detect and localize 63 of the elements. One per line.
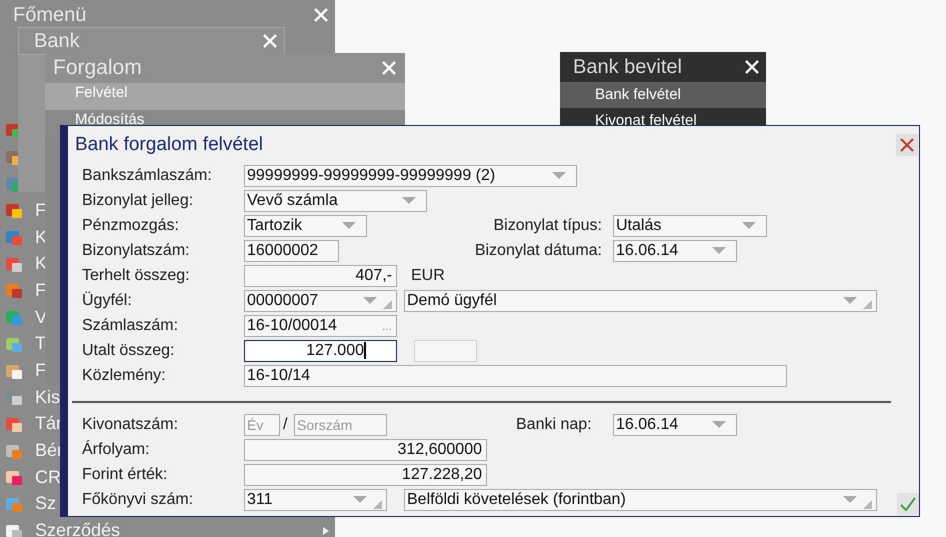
field-label: Terhelt összeg: — [82, 267, 191, 285]
window-title: Bank — [34, 30, 80, 52]
dropdown-field[interactable]: 16.06.14 — [613, 240, 737, 262]
field-label: Forint érték: — [82, 466, 168, 484]
dropdown-arrow-icon[interactable] — [712, 421, 726, 430]
resize-corner-icon — [863, 300, 872, 310]
dropdown-arrow-icon[interactable] — [552, 172, 566, 180]
input-field[interactable]: 16-10/14 — [244, 364, 787, 387]
dropdown-field[interactable]: 16.06.14 — [613, 414, 737, 436]
field-label: Kivonatszám: — [82, 416, 180, 434]
input-field[interactable]: Sorszám — [294, 414, 387, 436]
close-button[interactable] — [896, 134, 918, 156]
dropdown-field[interactable]: Tartozik — [244, 215, 367, 238]
field-label: Bizonylat dátuma: — [474, 242, 602, 260]
dropdown-field[interactable]: Belföldi követelések (forintban) — [404, 489, 877, 512]
input-field[interactable]: 407,- — [244, 265, 397, 287]
confirm-button[interactable] — [897, 493, 919, 516]
field-label: Banki nap: — [516, 416, 593, 434]
dropdown-field[interactable]: Utalás — [613, 215, 767, 238]
field-label: Pénzmozgás: — [82, 217, 180, 236]
field-label: EUR — [411, 267, 446, 285]
dropdown-arrow-icon[interactable] — [402, 197, 416, 206]
dropdown-field[interactable]: Demó ügyfél — [404, 290, 877, 312]
dropdown-arrow-icon[interactable] — [342, 222, 356, 230]
close-icon — [900, 138, 914, 152]
dropdown-field[interactable]: 00000007 — [244, 290, 397, 312]
resize-corner-icon — [383, 300, 392, 310]
dropdown-arrow-icon[interactable] — [363, 296, 377, 305]
input-field[interactable]: 312,600000 — [244, 439, 487, 462]
dropdown-arrow-icon[interactable] — [712, 247, 726, 256]
resize-corner-icon — [863, 500, 872, 509]
field-label: Bankszámlaszám: — [82, 167, 213, 186]
dropdown-arrow-icon[interactable] — [843, 296, 857, 305]
dropdown-arrow-icon[interactable] — [843, 496, 857, 504]
field-label: Bizonylatszám: — [82, 242, 191, 260]
input-field[interactable]: Év — [244, 414, 280, 436]
menu-item[interactable]: Bank felvétel — [560, 82, 766, 108]
input-field[interactable]: 127.000 — [244, 340, 397, 362]
field-label: Bizonylat típus: — [492, 217, 602, 236]
check-icon — [900, 497, 916, 512]
field-label: Számlaszám: — [82, 316, 180, 335]
dropdown-arrow-icon[interactable] — [742, 222, 756, 230]
field-label: Utalt összeg: — [82, 342, 176, 360]
dropdown-field[interactable]: Vevő számla — [244, 190, 427, 212]
field-label: Ügyfél: — [82, 292, 133, 310]
dropdown-arrow-icon[interactable] — [353, 496, 367, 504]
close-icon[interactable] — [744, 59, 760, 75]
field-label: Közlemény: — [82, 366, 167, 385]
dialog-title: Bank forgalom felvétel — [75, 134, 263, 156]
field-label: Főkönyvi szám: — [82, 491, 194, 510]
input-field[interactable]: 16000002 — [244, 240, 339, 262]
input-field[interactable] — [414, 340, 477, 362]
dropdown-field[interactable]: 99999999-99999999-99999999 (2) — [244, 165, 577, 188]
dropdown-field[interactable]: 311 — [244, 489, 387, 512]
field-label: Bizonylat jelleg: — [82, 192, 194, 210]
field-label: Árfolyam: — [82, 441, 151, 460]
input-field[interactable]: 16-10/00014 ... — [244, 314, 397, 337]
window-title: Főmenü — [13, 4, 86, 26]
window-title: Bank bevitel — [573, 56, 682, 78]
input-field[interactable]: 127.228,20 — [244, 464, 487, 486]
window-title: Forgalom — [53, 56, 142, 80]
resize-corner-icon — [373, 500, 382, 509]
field-label: / — [283, 416, 288, 434]
